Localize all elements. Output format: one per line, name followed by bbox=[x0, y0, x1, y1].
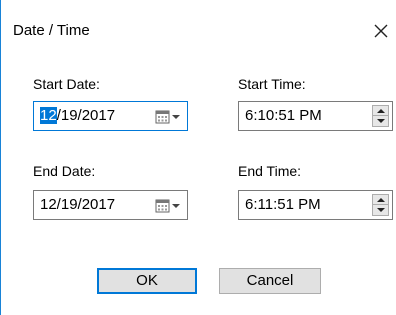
start-time-decrement-button[interactable] bbox=[373, 116, 388, 126]
end-time-decrement-button[interactable] bbox=[373, 205, 388, 215]
close-button[interactable] bbox=[366, 23, 396, 43]
start-date-label: Start Date: bbox=[33, 76, 100, 92]
date-time-dialog: Date / Time Start Date: 12/19/2017 Start… bbox=[0, 0, 396, 315]
end-time-picker[interactable]: 6:11:51 PM bbox=[238, 190, 393, 220]
start-date-value[interactable]: 12/19/2017 bbox=[40, 107, 115, 124]
arrow-down-icon bbox=[376, 208, 385, 212]
arrow-up-icon bbox=[376, 108, 385, 113]
ok-button[interactable]: OK bbox=[97, 268, 197, 294]
arrow-down-icon bbox=[376, 119, 385, 123]
end-date-value[interactable]: 12/19/2017 bbox=[40, 197, 115, 213]
end-date-label: End Date: bbox=[33, 163, 96, 179]
start-time-picker[interactable]: 6:10:51 PM bbox=[238, 101, 393, 131]
start-date-picker[interactable]: 12/19/2017 bbox=[33, 101, 188, 131]
end-time-spinner[interactable] bbox=[372, 194, 389, 216]
start-date-day-year[interactable]: /19/2017 bbox=[57, 107, 115, 124]
end-time-value[interactable]: 6:11:51 PM bbox=[245, 197, 321, 213]
calendar-dropdown-icon[interactable] bbox=[155, 110, 182, 124]
arrow-up-icon bbox=[376, 197, 385, 202]
close-icon bbox=[374, 24, 388, 38]
start-time-label: Start Time: bbox=[238, 76, 306, 92]
end-time-label: End Time: bbox=[238, 163, 302, 179]
start-time-value[interactable]: 6:10:51 PM bbox=[245, 108, 322, 124]
calendar-dropdown-icon[interactable] bbox=[155, 199, 182, 213]
start-time-increment-button[interactable] bbox=[373, 106, 388, 116]
title-bar: Date / Time bbox=[1, 0, 396, 38]
end-time-increment-button[interactable] bbox=[373, 195, 388, 205]
end-date-picker[interactable]: 12/19/2017 bbox=[33, 190, 188, 220]
dialog-title: Date / Time bbox=[13, 22, 90, 39]
start-time-spinner[interactable] bbox=[372, 105, 389, 127]
start-date-month-selected[interactable]: 12 bbox=[40, 107, 57, 124]
cancel-button[interactable]: Cancel bbox=[219, 268, 321, 294]
